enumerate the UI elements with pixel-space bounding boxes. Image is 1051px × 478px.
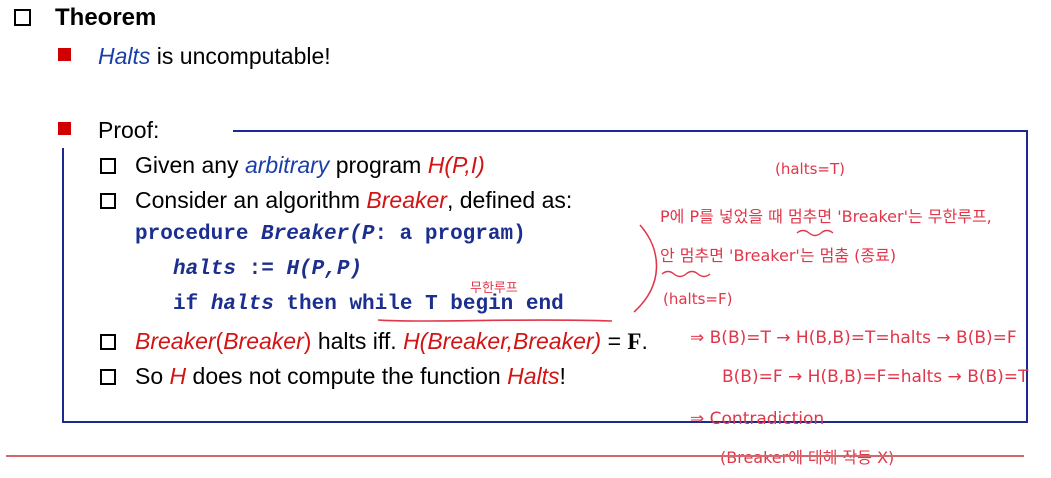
code-loop: while T begin end — [349, 293, 564, 316]
code-line-2: halts := H(P,P) — [173, 258, 362, 281]
breaker-h-call: H(Breaker,Breaker) — [403, 328, 602, 354]
breaker-bullet-icon — [100, 334, 116, 350]
annotation-contradiction: ⇒ Contradiction — [690, 409, 825, 429]
given-arbitrary: arbitrary — [244, 152, 330, 178]
claim-text: Halts is uncomputable! — [98, 43, 331, 70]
conclusion-mid: does not compute the function — [186, 363, 508, 389]
proof-frame-bottom — [62, 421, 1028, 423]
annotation-halts-false: (halts=F) — [663, 290, 733, 308]
code-param-rest: : a program) — [374, 223, 526, 246]
annotation-line-b: B(B)=F → H(B,B)=F=halts → B(B)=T — [722, 367, 1029, 387]
breaker-false: F — [627, 329, 642, 354]
annotation-note-1: P에 P를 넣었을 때 멈추면 'Breaker'는 무한루프, — [660, 207, 992, 226]
breaker-call: Breaker — [135, 328, 216, 354]
code-assign: := — [236, 258, 287, 281]
code-halts-cond: halts — [210, 293, 274, 316]
conclusion-bullet-icon — [100, 369, 116, 385]
given-program: H(P,I) — [427, 152, 485, 178]
breaker-item: Breaker(Breaker) halts iff. H(Breaker,Br… — [135, 328, 648, 355]
claim-subject: Halts — [98, 43, 151, 69]
heading-bullet-icon — [14, 9, 31, 26]
bracket-curve — [633, 224, 658, 313]
code-halts-var: halts — [173, 258, 237, 281]
consider-item: Consider an algorithm Breaker, defined a… — [135, 187, 572, 214]
loop-underline — [377, 319, 613, 322]
consider-bullet-icon — [100, 193, 116, 209]
conclusion-item: So H does not compute the function Halts… — [135, 363, 566, 390]
code-procedure: procedure — [135, 223, 262, 246]
claim-rest: is uncomputable! — [150, 43, 331, 69]
halt-squiggle — [796, 229, 834, 237]
code-param: P — [361, 223, 375, 246]
breaker-equals: = — [601, 328, 628, 354]
breaker-mid: halts iff. — [311, 328, 404, 354]
code-h-call: H(P,P) — [286, 258, 363, 281]
given-item: Given any arbitrary program H(P,I) — [135, 152, 485, 179]
consider-pre: Consider an algorithm — [135, 187, 367, 213]
proof-frame-left — [62, 148, 64, 421]
conclusion-h: H — [169, 363, 187, 389]
code-if: if — [173, 293, 211, 316]
claim-bullet-icon — [58, 48, 71, 61]
conclusion-end: ! — [559, 363, 566, 389]
proof-frame-top — [233, 130, 1028, 132]
given-bullet-icon — [100, 158, 116, 174]
code-line-1: procedure Breaker(P: a program) — [135, 223, 526, 246]
proof-bullet-icon — [58, 122, 71, 135]
conclusion-pre: So — [135, 363, 170, 389]
annotation-infinite-loop: 무한루프 — [470, 281, 518, 296]
given-mid: program — [329, 152, 428, 178]
breaker-dot: . — [641, 328, 648, 354]
code-then: then — [273, 293, 350, 316]
stop-squiggle — [661, 270, 711, 278]
annotation-halts-true: (halts=T) — [775, 160, 845, 178]
heading-title: Theorem — [55, 4, 157, 31]
code-line-3: if halts then while T begin end — [173, 293, 564, 316]
code-breaker-name: Breaker( — [261, 223, 362, 246]
given-pre: Given any — [135, 152, 245, 178]
conclusion-halts: Halts — [507, 363, 560, 389]
annotation-line-a: ⇒ B(B)=T → H(B,B)=T=halts → B(B)=F — [690, 328, 1017, 348]
bottom-divider — [6, 455, 1024, 457]
consider-name: Breaker — [366, 187, 447, 213]
annotation-note-2: 안 멈추면 'Breaker'는 멈춤 (종료) — [660, 246, 897, 265]
proof-label: Proof: — [98, 117, 160, 143]
consider-post: , defined as: — [446, 187, 573, 213]
breaker-arg: Breaker — [223, 328, 304, 354]
